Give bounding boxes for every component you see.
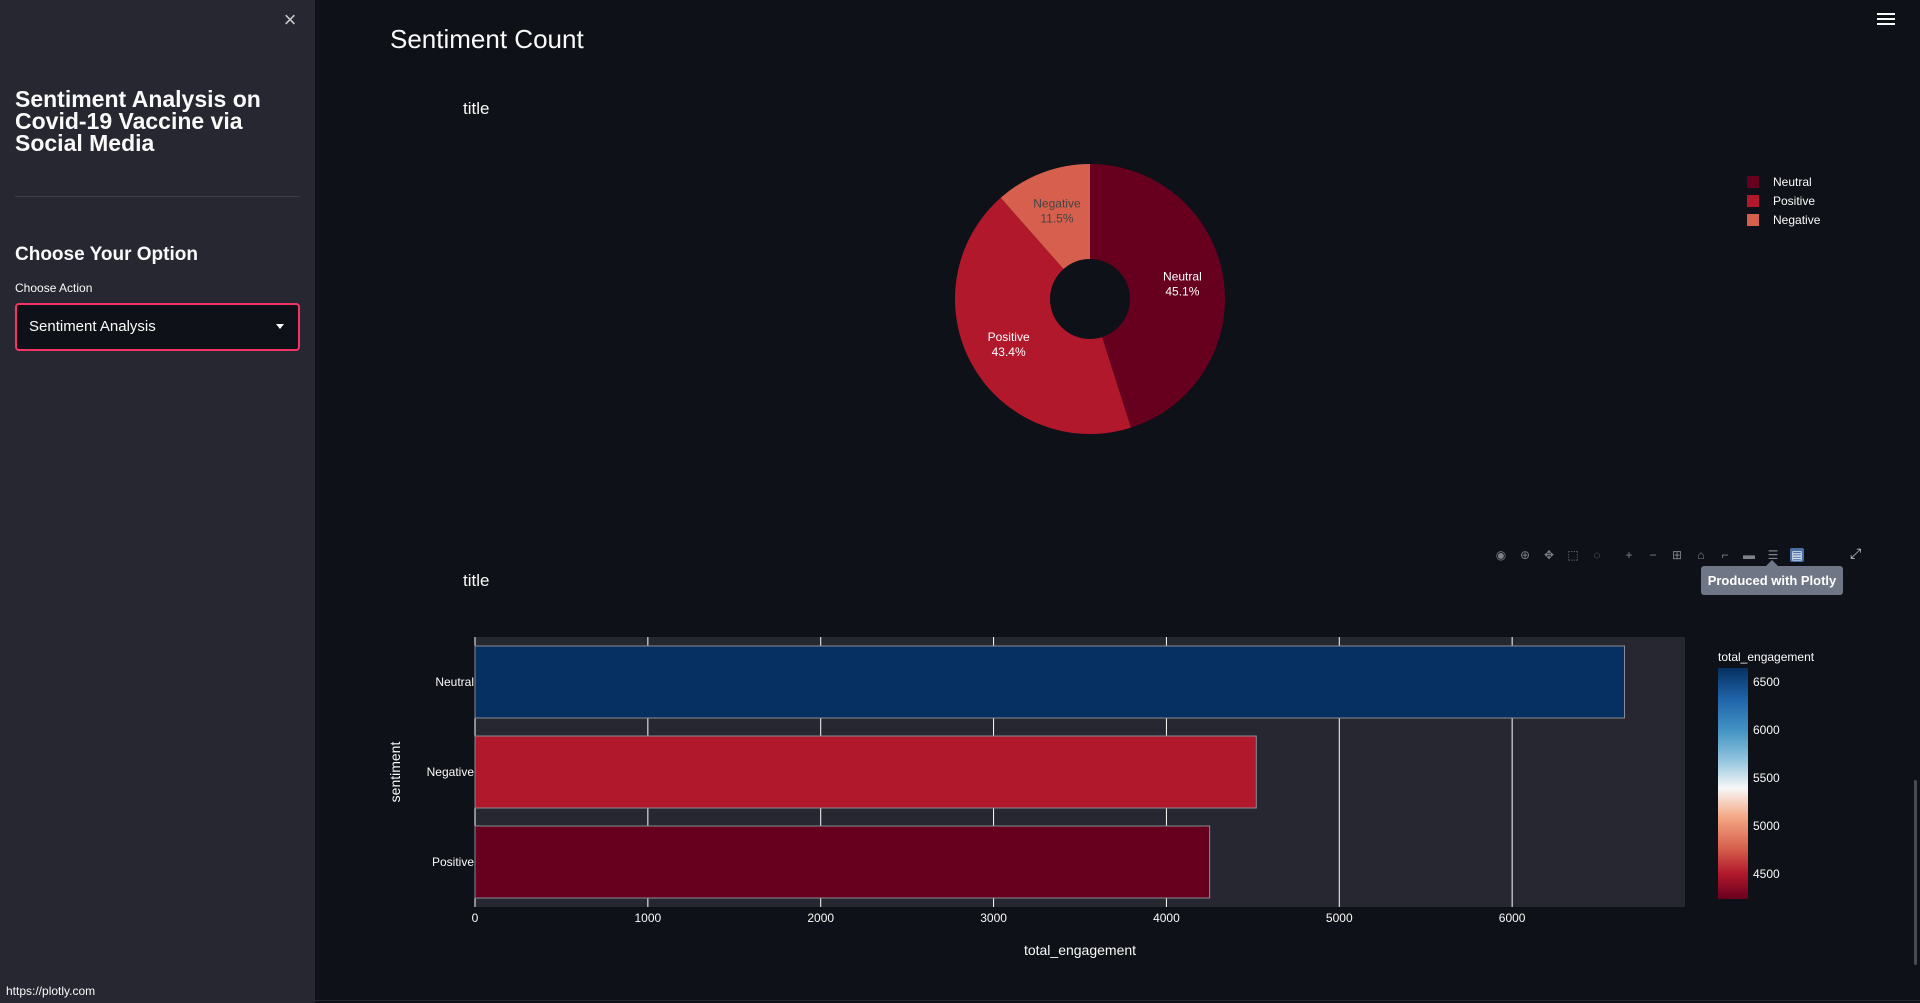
legend-label: Negative bbox=[1773, 212, 1821, 227]
app-title: Sentiment Analysis on Covid-19 Vaccine v… bbox=[15, 86, 261, 156]
pie-slice-label: 11.5% bbox=[1040, 212, 1073, 226]
zoom-out-icon[interactable]: − bbox=[1646, 548, 1660, 562]
y-tick-label: Negative bbox=[427, 765, 475, 779]
x-tick-label: 3000 bbox=[980, 911, 1007, 925]
chevron-down-icon bbox=[276, 324, 284, 329]
reset-axes-icon[interactable]: ⌂ bbox=[1694, 548, 1708, 562]
close-sidebar-icon[interactable]: × bbox=[279, 9, 301, 31]
bottom-divider bbox=[315, 1000, 1920, 1001]
action-select-value: Sentiment Analysis bbox=[29, 318, 156, 335]
x-tick-label: 6000 bbox=[1499, 911, 1526, 925]
colorbar-tick: 4500 bbox=[1753, 867, 1780, 881]
legend-item-neutral[interactable]: Neutral bbox=[1747, 172, 1867, 191]
colorbar-tick: 5500 bbox=[1753, 771, 1780, 785]
lasso-icon[interactable]: ◌ bbox=[1590, 548, 1604, 562]
y-tick-label: Neutral bbox=[435, 675, 474, 689]
y-axis-title: sentiment bbox=[387, 742, 403, 803]
y-tick-label: Positive bbox=[432, 855, 474, 869]
legend-label: Neutral bbox=[1773, 174, 1812, 189]
pie-chart[interactable]: Neutral45.1% Positive43.4% Negative11.5% bbox=[940, 160, 1240, 450]
sidebar-divider bbox=[15, 196, 300, 197]
x-tick-label: 1000 bbox=[635, 911, 662, 925]
x-tick-label: 0 bbox=[472, 911, 479, 925]
page-title: Sentiment Count bbox=[390, 24, 584, 54]
colorbar-tick: 6000 bbox=[1753, 723, 1780, 737]
legend-swatch bbox=[1747, 194, 1759, 207]
legend-item-negative[interactable]: Negative bbox=[1747, 210, 1867, 229]
zoom-icon[interactable]: ⊕ bbox=[1518, 548, 1532, 562]
pie-chart-title: title bbox=[463, 99, 490, 118]
action-select[interactable]: Sentiment Analysis bbox=[15, 303, 300, 351]
zoom-in-icon[interactable]: + bbox=[1622, 548, 1636, 562]
bar-chart-title: title bbox=[463, 571, 490, 590]
x-axis-title: total_engagement bbox=[1024, 942, 1136, 958]
bar-negative[interactable] bbox=[474, 735, 1257, 809]
x-tick-label: 5000 bbox=[1326, 911, 1353, 925]
box-select-icon[interactable]: ⬚ bbox=[1566, 548, 1580, 562]
autoscale-icon[interactable]: ⊞ bbox=[1670, 548, 1684, 562]
hamburger-menu-icon[interactable] bbox=[1877, 13, 1895, 27]
legend-label: Positive bbox=[1773, 193, 1816, 208]
colorbar-tick: 5000 bbox=[1753, 819, 1780, 833]
action-select-label: Choose Action bbox=[15, 281, 93, 295]
bar-neutral[interactable] bbox=[474, 645, 1625, 719]
bar-chart[interactable]: 0 1000 2000 3000 4000 5000 6000 Neutral Negative… bbox=[380, 620, 1720, 960]
x-tick-label: 4000 bbox=[1153, 911, 1180, 925]
pie-legend: Neutral Positive Negative bbox=[1747, 172, 1867, 229]
status-bar-url: https://plotly.com bbox=[0, 981, 102, 1003]
colorbar-title: total_engagement bbox=[1718, 650, 1815, 664]
spike-lines-icon[interactable]: ⌐ bbox=[1718, 548, 1732, 562]
fullscreen-icon[interactable]: ⤢ bbox=[1850, 545, 1866, 561]
pie-slice-label: Neutral bbox=[1163, 270, 1202, 284]
colorbar bbox=[1718, 668, 1748, 899]
sidebar: × Sentiment Analysis on Covid-19 Vaccine… bbox=[0, 0, 315, 1003]
plotly-modebar: ◉ ⊕ ✥ ⬚ ◌ + − ⊞ ⌂ ⌐ ▬ ☰ ▤ bbox=[1494, 545, 1866, 565]
pie-slice-label: Negative bbox=[1033, 197, 1081, 211]
pie-slice-label: 45.1% bbox=[1165, 285, 1199, 299]
colorbar-tick: 6500 bbox=[1753, 675, 1780, 689]
app-window: × Sentiment Analysis on Covid-19 Vaccine… bbox=[0, 0, 1920, 1003]
option-heading: Choose Your Option bbox=[15, 244, 198, 265]
x-tick-label: 2000 bbox=[807, 911, 834, 925]
scrollbar-thumb[interactable] bbox=[1914, 780, 1917, 965]
pie-slice-label: 43.4% bbox=[992, 345, 1026, 359]
bar-positive[interactable] bbox=[474, 825, 1211, 899]
pan-icon[interactable]: ✥ bbox=[1542, 548, 1556, 562]
pie-slice-label: Positive bbox=[988, 330, 1030, 344]
plotly-tooltip: Produced with Plotly bbox=[1701, 560, 1843, 595]
legend-item-positive[interactable]: Positive bbox=[1747, 191, 1867, 210]
camera-icon[interactable]: ◉ bbox=[1494, 548, 1508, 562]
legend-swatch bbox=[1747, 213, 1759, 226]
legend-swatch bbox=[1747, 175, 1759, 188]
hover-closest-icon[interactable]: ▬ bbox=[1742, 548, 1756, 562]
plotly-logo-icon[interactable]: ▤ bbox=[1790, 548, 1804, 562]
